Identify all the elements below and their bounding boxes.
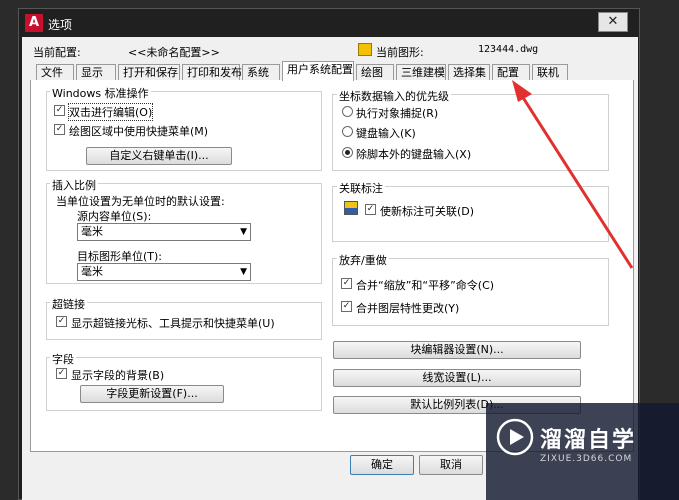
keyboard-except-scripts-label: 除脚本外的键盘输入(X) bbox=[356, 148, 472, 161]
insert-scale-desc: 当单位设置为无单位时的默认设置: bbox=[56, 195, 225, 208]
keyboard-entry-label: 键盘输入(K) bbox=[356, 127, 416, 140]
group-title: Windows 标准操作 bbox=[50, 85, 151, 101]
chevron-down-icon: ▼ bbox=[240, 267, 247, 277]
tab-system[interactable]: 系统 bbox=[242, 64, 280, 80]
window-title: 选项 bbox=[48, 18, 73, 32]
dblclick-label: 双击进行编辑(O) bbox=[67, 103, 154, 121]
current-drawing-value: 123444.dwg bbox=[478, 44, 539, 55]
close-button[interactable]: ✕ bbox=[598, 12, 628, 32]
combine-zoom-pan-label: 合并“缩放”和“平移”命令(C) bbox=[356, 279, 495, 292]
lineweight-settings-button[interactable]: 线宽设置(L)... bbox=[333, 369, 581, 387]
dimension-icon bbox=[344, 201, 358, 215]
tab-file[interactable]: 文件 bbox=[36, 64, 74, 80]
cancel-button[interactable]: 取消 bbox=[419, 455, 483, 475]
field-background-checkbox[interactable]: ✓ bbox=[56, 368, 67, 379]
play-logo-icon bbox=[496, 418, 534, 456]
target-units-select[interactable]: 毫米 ▼ bbox=[77, 263, 251, 281]
current-profile-value: <<未命名配置>> bbox=[128, 46, 220, 59]
osnap-radio[interactable] bbox=[342, 106, 353, 117]
hyperlink-label: 显示超链接光标、工具提示和快捷菜单(U) bbox=[71, 317, 275, 330]
field-background-label: 显示字段的背景(B) bbox=[71, 369, 165, 382]
keyboard-entry-radio[interactable] bbox=[342, 126, 353, 137]
assoc-dim-label: 使新标注可关联(D) bbox=[380, 205, 475, 218]
shortcut-menu-checkbox[interactable]: ✓ bbox=[54, 124, 65, 135]
group-title: 插入比例 bbox=[50, 177, 98, 193]
tab-selection[interactable]: 选择集 bbox=[448, 64, 490, 80]
field-update-settings-button[interactable]: 字段更新设置(F)... bbox=[80, 385, 224, 403]
tab-drafting[interactable]: 绘图 bbox=[356, 64, 394, 80]
title-bar bbox=[19, 9, 639, 37]
assoc-dim-checkbox[interactable]: ✓ bbox=[365, 204, 376, 215]
group-title: 关联标注 bbox=[337, 180, 385, 196]
current-profile-label: 当前配置: bbox=[33, 46, 81, 59]
watermark-name: 溜溜自学 bbox=[540, 428, 637, 453]
osnap-label: 执行对象捕捉(R) bbox=[356, 107, 439, 120]
group-title: 放弃/重做 bbox=[337, 252, 389, 268]
watermark-url: ZIXUE.3D66.COM bbox=[540, 454, 633, 464]
hyperlink-checkbox[interactable]: ✓ bbox=[56, 316, 67, 327]
right-click-customize-button[interactable]: 自定义右键单击(I)... bbox=[86, 147, 232, 165]
keyboard-except-scripts-radio[interactable] bbox=[342, 147, 353, 158]
group-title: 坐标数据输入的优先级 bbox=[337, 88, 451, 104]
target-units-value: 毫米 bbox=[81, 265, 103, 278]
combine-layer-changes-checkbox[interactable]: ✓ bbox=[341, 301, 352, 312]
source-units-select[interactable]: 毫米 ▼ bbox=[77, 223, 251, 241]
tab-user-preferences[interactable]: 用户系统配置 bbox=[282, 61, 354, 81]
dblclick-checkbox[interactable]: ✓ bbox=[54, 105, 65, 116]
tab-online[interactable]: 联机 bbox=[532, 64, 568, 80]
drawing-icon bbox=[358, 43, 372, 56]
current-drawing-label: 当前图形: bbox=[376, 46, 424, 59]
group-title: 字段 bbox=[50, 351, 76, 367]
source-units-label: 源内容单位(S): bbox=[77, 210, 152, 223]
source-units-value: 毫米 bbox=[81, 225, 103, 238]
tab-plot-publish[interactable]: 打印和发布 bbox=[182, 64, 242, 80]
tab-3d-modeling[interactable]: 三维建模 bbox=[396, 64, 446, 80]
autocad-logo-icon: A bbox=[25, 14, 43, 32]
tab-open-save[interactable]: 打开和保存 bbox=[118, 64, 180, 80]
combine-zoom-pan-checkbox[interactable]: ✓ bbox=[341, 278, 352, 289]
combine-layer-changes-label: 合并图层特性更改(Y) bbox=[356, 302, 460, 315]
block-editor-settings-button[interactable]: 块编辑器设置(N)... bbox=[333, 341, 581, 359]
chevron-down-icon: ▼ bbox=[240, 227, 247, 237]
tab-display[interactable]: 显示 bbox=[76, 64, 116, 80]
tab-profiles[interactable]: 配置 bbox=[492, 64, 530, 80]
ok-button[interactable]: 确定 bbox=[350, 455, 414, 475]
target-units-label: 目标图形单位(T): bbox=[77, 250, 163, 263]
group-title: 超链接 bbox=[50, 296, 87, 312]
shortcut-menu-label: 绘图区域中使用快捷菜单(M) bbox=[69, 125, 209, 138]
